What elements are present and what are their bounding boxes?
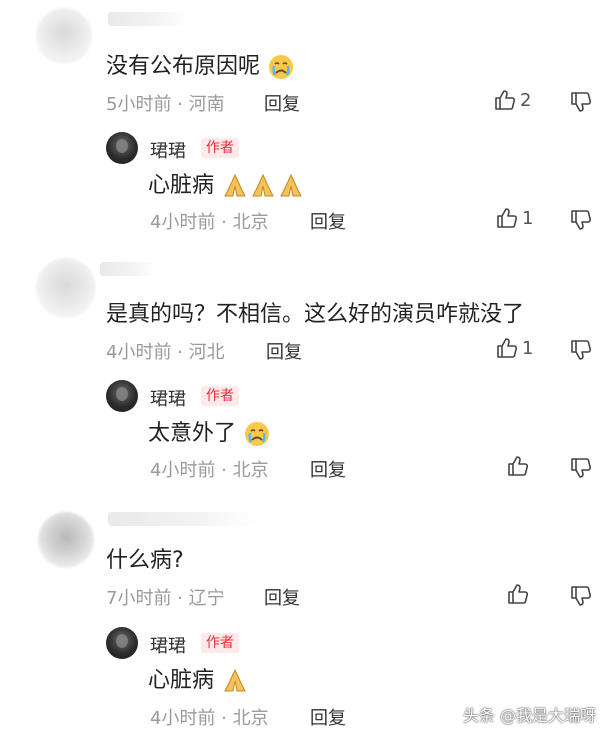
thumbs-up-icon[interactable]	[496, 207, 518, 229]
watermark: 头条 @我是大瑞呀	[462, 706, 596, 725]
thumbs-down-icon[interactable]	[570, 339, 592, 361]
folded-hands-icon	[224, 668, 246, 692]
reply-button[interactable]: 回复	[310, 208, 346, 234]
author-avatar[interactable]	[106, 132, 138, 164]
comment-text: 是真的吗？不相信。这么好的演员咋就没了	[106, 302, 525, 327]
crying-face-icon	[245, 422, 270, 446]
crying-face-icon	[269, 55, 294, 79]
author-avatar[interactable]	[106, 627, 138, 659]
reply-meta: 4小时前 · 北京	[150, 212, 269, 233]
reply-meta: 4小时前 · 北京	[150, 708, 269, 729]
thumbs-up-icon[interactable]	[507, 455, 529, 477]
author-name[interactable]: 珺珺	[150, 137, 186, 163]
thumbs-up-icon[interactable]	[507, 583, 529, 605]
reply-button[interactable]: 回复	[266, 338, 302, 364]
author-badge: 作者	[201, 386, 239, 406]
author-reply-text: 心脏病	[148, 167, 305, 200]
avatar[interactable]	[36, 258, 96, 318]
reply-button[interactable]: 回复	[310, 704, 346, 730]
avatar[interactable]	[38, 512, 94, 568]
author-reply-text: 心脏病	[148, 662, 249, 695]
comment-meta: 5小时前 · 河南	[106, 94, 225, 115]
username-blurred[interactable]	[108, 12, 188, 26]
thumbs-down-icon[interactable]	[570, 585, 592, 607]
username-blurred[interactable]	[100, 262, 156, 276]
username-blurred[interactable]	[108, 512, 258, 526]
thumbs-up-icon[interactable]	[496, 337, 518, 359]
like-count: 1	[522, 208, 534, 229]
comment-meta: 4小时前 · 河北	[106, 342, 225, 363]
thumbs-down-icon[interactable]	[570, 457, 592, 479]
like-count: 2	[520, 90, 532, 111]
author-badge: 作者	[201, 633, 239, 653]
reply-button[interactable]: 回复	[264, 584, 300, 610]
author-name[interactable]: 珺珺	[150, 632, 186, 658]
like-count: 1	[522, 338, 534, 359]
author-name[interactable]: 珺珺	[150, 385, 186, 411]
thumbs-down-icon[interactable]	[570, 209, 592, 231]
folded-hands-icon	[224, 173, 246, 197]
avatar[interactable]	[36, 8, 92, 64]
reply-meta: 4小时前 · 北京	[150, 460, 269, 481]
author-reply-text: 太意外了	[148, 415, 271, 448]
comment-text: 什么病?	[106, 548, 184, 573]
comment-text: 没有公布原因呢	[106, 48, 295, 81]
author-badge: 作者	[201, 138, 239, 158]
reply-button[interactable]: 回复	[310, 456, 346, 482]
thumbs-down-icon[interactable]	[570, 91, 592, 113]
author-avatar[interactable]	[106, 380, 138, 412]
folded-hands-icon	[280, 173, 302, 197]
thumbs-up-icon[interactable]	[494, 89, 516, 111]
reply-button[interactable]: 回复	[264, 90, 300, 116]
folded-hands-icon	[252, 173, 274, 197]
comment-meta: 7小时前 · 辽宁	[106, 588, 225, 609]
